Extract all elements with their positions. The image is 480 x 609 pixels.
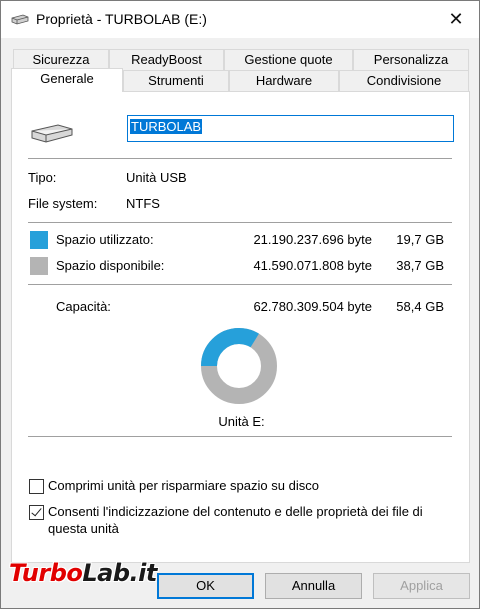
tab-gestione-quote[interactable]: Gestione quote [224, 49, 353, 71]
tab-label: Condivisione [366, 73, 442, 88]
free-space-gb: 38,7 GB [396, 258, 444, 273]
tab-label: ReadyBoost [131, 52, 202, 67]
type-label: Tipo: [28, 170, 57, 185]
apply-button[interactable]: Applica [373, 573, 470, 599]
tab-hardware[interactable]: Hardware [229, 70, 339, 92]
tab-label: Gestione quote [244, 52, 333, 67]
capacity-label: Capacità: [56, 299, 111, 314]
index-label-line1[interactable]: Consenti l'indicizzazione del contenuto … [48, 504, 423, 519]
tab-generale[interactable]: Generale [11, 68, 123, 92]
capacity-bytes: 62.780.309.504 byte [253, 299, 372, 314]
filesystem-value: NTFS [126, 196, 160, 211]
capacity-gb: 58,4 GB [396, 299, 444, 314]
tab-condivisione[interactable]: Condivisione [339, 70, 469, 92]
drive-name-input[interactable]: TURBOLAB [127, 115, 454, 142]
used-space-label: Spazio utilizzato: [56, 232, 154, 247]
separator [28, 284, 452, 285]
tab-readyboost[interactable]: ReadyBoost [109, 49, 224, 71]
separator [28, 436, 452, 437]
usb-drive-icon [31, 124, 73, 143]
properties-window: Proprietà - TURBOLAB (E:) ✕ Sicurezza Re… [0, 0, 480, 609]
watermark-part1: Turbo [9, 559, 83, 587]
ok-button[interactable]: OK [157, 573, 254, 599]
drive-letter-label: Unità E: [218, 414, 265, 429]
used-space-gb: 19,7 GB [396, 232, 444, 247]
separator [28, 158, 452, 159]
tab-label: Hardware [255, 73, 313, 88]
watermark-part2: Lab.it [82, 559, 157, 587]
used-space-bytes: 21.190.237.696 byte [253, 232, 372, 247]
tab-strumenti[interactable]: Strumenti [123, 70, 229, 92]
close-icon: ✕ [448, 9, 464, 29]
tab-label: Generale [40, 71, 94, 86]
separator [28, 222, 452, 223]
filesystem-label: File system: [28, 196, 98, 211]
compress-checkbox[interactable] [29, 479, 44, 494]
title-bar: Proprietà - TURBOLAB (E:) ✕ [1, 1, 479, 38]
drive-name-text: TURBOLAB [130, 119, 203, 134]
tab-label: Strumenti [148, 73, 204, 88]
index-label-line2[interactable]: questa unità [48, 521, 119, 536]
type-value: Unità USB [126, 170, 187, 185]
compress-label[interactable]: Comprimi unità per risparmiare spazio su… [48, 478, 319, 493]
cancel-button[interactable]: Annulla [265, 573, 362, 599]
usage-donut-chart [201, 328, 277, 404]
close-button[interactable]: ✕ [433, 1, 479, 38]
turbolab-watermark: TurboLab.it [9, 559, 157, 587]
general-panel: TURBOLAB Tipo: Unità USB File system: NT… [11, 91, 470, 563]
free-space-bytes: 41.590.071.808 byte [253, 258, 372, 273]
free-space-swatch [30, 257, 48, 275]
free-space-label: Spazio disponibile: [56, 258, 165, 273]
index-checkbox[interactable] [29, 505, 44, 520]
drive-icon [11, 14, 29, 25]
window-title: Proprietà - TURBOLAB (E:) [36, 11, 207, 27]
tab-label: Personalizza [373, 52, 449, 67]
tab-label: Sicurezza [32, 52, 90, 67]
tab-personalizza[interactable]: Personalizza [353, 49, 469, 71]
used-space-swatch [30, 231, 48, 249]
